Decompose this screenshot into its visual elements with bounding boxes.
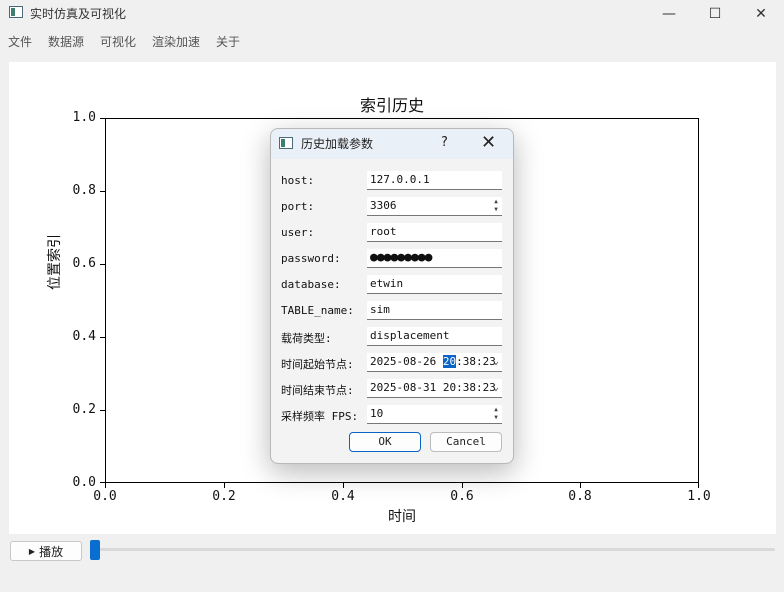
- database-input[interactable]: etwin: [367, 275, 502, 294]
- x-tick-mark: [105, 483, 106, 488]
- maximize-button[interactable]: ☐: [692, 0, 738, 28]
- port-spinbox[interactable]: 3306 ▲ ▼: [367, 197, 502, 216]
- play-icon: ▶: [28, 546, 36, 556]
- y-tick-label: 0.6: [72, 256, 96, 271]
- y-tick-mark: [100, 337, 105, 338]
- start-time-hour-selected: 20: [442, 355, 457, 368]
- x-tick-mark: [698, 483, 699, 488]
- help-button[interactable]: ?: [441, 135, 448, 150]
- history-load-dialog: 历史加载参数 ? ✕ host: 127.0.0.1 port: 3306 ▲ ▼…: [270, 128, 514, 464]
- menu-about[interactable]: 关于: [216, 33, 240, 50]
- dialog-app-icon: [279, 137, 293, 149]
- fps-stepper[interactable]: ▲ ▼: [491, 406, 501, 422]
- load-type-label: 载荷类型:: [281, 332, 332, 345]
- spin-up-icon[interactable]: ▲: [491, 406, 501, 414]
- end-time-edit[interactable]: 2025-08-31 20:38:23 ⌄: [367, 379, 502, 398]
- y-tick-label: 1.0: [72, 110, 96, 125]
- play-button[interactable]: ▶ 播放: [10, 541, 82, 561]
- x-tick-mark: [343, 483, 344, 488]
- dialog-title: 历史加载参数: [301, 137, 374, 151]
- y-tick-mark: [100, 264, 105, 265]
- database-label: database:: [281, 278, 341, 291]
- dialog-title-bar: 历史加载参数 ? ✕: [271, 129, 513, 159]
- x-axis-label: 时间: [388, 509, 416, 525]
- x-tick-label: 0.6: [450, 489, 474, 504]
- ok-button[interactable]: OK: [349, 432, 421, 452]
- x-tick-label: 0.4: [331, 489, 355, 504]
- database-row: database: etwin: [281, 275, 503, 295]
- start-time-edit[interactable]: 2025-08-26 20:38:23 ⌄: [367, 353, 502, 372]
- y-tick-label: 0.2: [72, 402, 96, 417]
- cancel-button[interactable]: Cancel: [430, 432, 502, 452]
- menu-render-acceleration[interactable]: 渲染加速: [152, 33, 200, 50]
- timeline-slider[interactable]: [92, 548, 775, 551]
- table-name-input[interactable]: sim: [367, 301, 502, 320]
- x-tick-label: 0.0: [93, 489, 117, 504]
- y-tick-mark: [100, 118, 105, 119]
- play-label: 播放: [39, 544, 64, 559]
- title-bar: 实时仿真及可视化 — ☐ ✕: [0, 0, 784, 28]
- menu-visualization[interactable]: 可视化: [100, 33, 136, 50]
- user-input[interactable]: root: [367, 223, 502, 242]
- y-tick-mark: [100, 410, 105, 411]
- y-tick-label: 0.0: [72, 475, 96, 490]
- table-name-row: TABLE_name: sim: [281, 301, 503, 321]
- spin-down-icon[interactable]: ▼: [491, 414, 501, 422]
- app-icon: [9, 6, 23, 18]
- x-tick-label: 0.8: [568, 489, 592, 504]
- port-label: port:: [281, 200, 315, 213]
- end-time-label: 时间结束节点:: [281, 384, 354, 397]
- password-input[interactable]: ●●●●●●●●●: [367, 249, 502, 268]
- port-value: 3306: [370, 199, 397, 212]
- menu-data-source[interactable]: 数据源: [48, 33, 84, 50]
- window-title: 实时仿真及可视化: [30, 7, 127, 21]
- x-tick-mark: [580, 483, 581, 488]
- x-tick-mark: [462, 483, 463, 488]
- fps-row: 采样频率 FPS: 10 ▲ ▼: [281, 405, 503, 425]
- user-row: user: root: [281, 223, 503, 243]
- start-time-rest: :38:23: [456, 355, 496, 368]
- host-row: host: 127.0.0.1: [281, 171, 503, 191]
- fps-value: 10: [370, 407, 384, 420]
- fps-spinbox[interactable]: 10 ▲ ▼: [367, 405, 502, 424]
- menu-file[interactable]: 文件: [8, 33, 32, 50]
- start-time-date: 2025-08-26: [370, 355, 443, 368]
- spin-down-icon[interactable]: ▼: [491, 206, 501, 214]
- dialog-close-button[interactable]: ✕: [481, 132, 496, 153]
- chevron-down-icon[interactable]: ⌄: [493, 379, 499, 397]
- y-tick-label: 0.4: [72, 329, 96, 344]
- table-name-label: TABLE_name:: [281, 304, 354, 317]
- y-axis-label: 位置索引: [47, 234, 63, 290]
- x-tick-label: 0.2: [212, 489, 236, 504]
- host-label: host:: [281, 174, 315, 187]
- port-stepper[interactable]: ▲ ▼: [491, 198, 501, 214]
- user-label: user:: [281, 226, 315, 239]
- port-row: port: 3306 ▲ ▼: [281, 197, 503, 217]
- menu-bar: 文件 数据源 可视化 渲染加速 关于: [0, 30, 784, 50]
- end-time-row: 时间结束节点: 2025-08-31 20:38:23 ⌄: [281, 379, 503, 399]
- x-tick-mark: [224, 483, 225, 488]
- load-type-row: 载荷类型: displacement: [281, 327, 503, 347]
- fps-label: 采样频率 FPS:: [281, 410, 359, 423]
- y-tick-mark: [100, 191, 105, 192]
- password-label: password:: [281, 252, 341, 265]
- chart-title: 索引历史: [359, 96, 424, 115]
- y-tick-label: 0.8: [72, 183, 96, 198]
- spin-up-icon[interactable]: ▲: [491, 198, 501, 206]
- close-button[interactable]: ✕: [738, 0, 784, 28]
- password-row: password: ●●●●●●●●●: [281, 249, 503, 269]
- load-type-input[interactable]: displacement: [367, 327, 502, 346]
- slider-handle[interactable]: [90, 540, 100, 560]
- chevron-down-icon[interactable]: ⌄: [493, 353, 499, 371]
- x-tick-label: 1.0: [687, 489, 711, 504]
- minimize-button[interactable]: —: [646, 0, 692, 28]
- host-input[interactable]: 127.0.0.1: [367, 171, 502, 190]
- start-time-row: 时间起始节点: 2025-08-26 20:38:23 ⌄: [281, 353, 503, 373]
- start-time-label: 时间起始节点:: [281, 358, 354, 371]
- end-time-value: 2025-08-31 20:38:23: [370, 381, 496, 394]
